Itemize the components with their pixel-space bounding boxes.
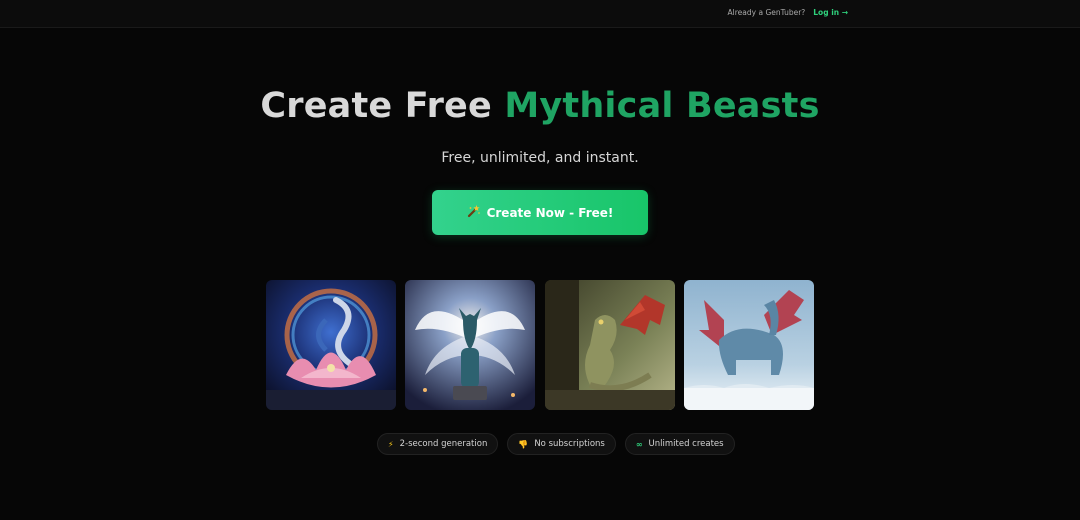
create-now-button[interactable]: Create Now - Free!: [432, 190, 648, 235]
thumbs-down-icon: 👎: [518, 439, 529, 449]
feature-pill-unlimited: ∞ Unlimited creates: [624, 433, 735, 455]
login-prompt: Already a GenTuber? Log in →: [728, 8, 848, 17]
feature-pill-speed: ⚡ 2-second generation: [377, 433, 499, 455]
feature-pills: ⚡ 2-second generation 👎 No subscriptions…: [377, 433, 735, 455]
infinity-icon: ∞: [635, 439, 643, 449]
feature-label: Unlimited creates: [648, 439, 724, 449]
title-green-part: Mythical Beasts: [504, 86, 820, 126]
feature-label: No subscriptions: [534, 439, 605, 449]
title-white-part: Create Free: [260, 86, 492, 126]
feature-label: 2-second generation: [399, 439, 488, 449]
gallery-image-winged-wolf: [405, 280, 535, 410]
already-member-text: Already a GenTuber?: [727, 8, 806, 17]
gallery-image-snow-dragon: [684, 280, 814, 410]
lightning-icon: ⚡: [388, 439, 394, 449]
login-link[interactable]: Log in →: [813, 8, 848, 17]
gallery-image-dragon-lotus: [266, 280, 396, 410]
magic-wand-icon: [467, 204, 481, 222]
example-gallery: [266, 280, 814, 410]
feature-pill-no-subscriptions: 👎 No subscriptions: [507, 433, 616, 455]
create-now-label: Create Now - Free!: [486, 205, 614, 220]
hero-subtitle: Free, unlimited, and instant.: [441, 150, 639, 166]
gallery-image-red-wing-dragon: [545, 280, 675, 410]
page-title: Create Free Mythical Beasts: [0, 86, 1080, 126]
top-bar: Already a GenTuber? Log in →: [0, 0, 1080, 28]
